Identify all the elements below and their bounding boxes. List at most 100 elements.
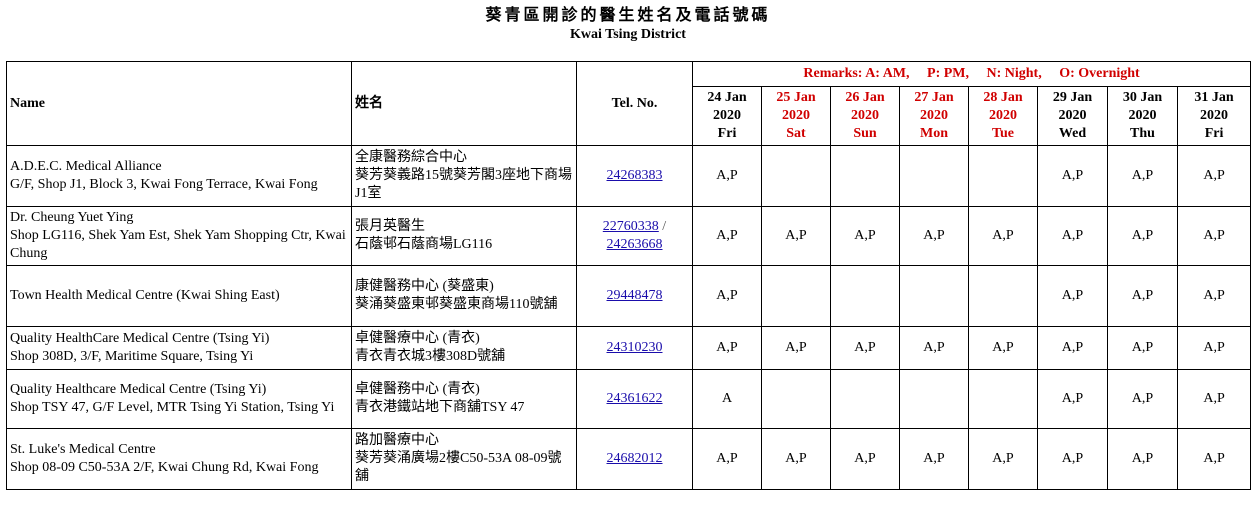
date-day: 27 Jan — [914, 90, 954, 105]
session-cell: A,P — [692, 428, 762, 490]
clinic-name-zh-cell: 卓健醫務中心 (青衣) 青衣港鐵站地下商舖TSY 47 — [351, 369, 577, 429]
date-header-6: 30 Jan 2020 Thu — [1107, 86, 1178, 146]
clinic-address: G/F, Shop J1, Block 3, Kwai Fong Terrace… — [10, 177, 318, 192]
session-cell — [899, 145, 969, 207]
date-year: 2020 — [920, 108, 948, 123]
page-title-chinese: 葵青區開診的醫生姓名及電話號碼 — [485, 7, 771, 24]
session-cell: A,P — [1176, 265, 1252, 327]
clinic-name-zh: 全康醫務綜合中心 — [355, 150, 467, 165]
date-day: 26 Jan — [845, 90, 885, 105]
tel-link[interactable]: 24310230 — [607, 340, 663, 355]
session-cell — [899, 369, 969, 429]
clinic-name-zh: 卓健醫療中心 (青衣) — [355, 331, 480, 346]
clinic-name-cell: Quality HealthCare Medical Centre (Tsing… — [6, 326, 352, 370]
session-cell: A,P — [899, 428, 969, 490]
session-cell: A,P — [692, 206, 762, 266]
tel-link[interactable]: 24682012 — [607, 451, 663, 466]
tel-link[interactable]: 24268383 — [607, 168, 663, 183]
session-cell: A,P — [1107, 369, 1178, 429]
session-cell: A,P — [1037, 428, 1108, 490]
session-cell: A,P — [761, 206, 831, 266]
date-weekday: Fri — [717, 126, 737, 141]
session-cell: A,P — [1037, 369, 1108, 429]
session-cell: A,P — [1037, 265, 1108, 327]
session-cell — [830, 265, 900, 327]
clinic-address: Shop LG116, Shek Yam Est, Shek Yam Shopp… — [10, 228, 346, 261]
session-cell: A,P — [692, 265, 762, 327]
tel-link[interactable]: 24263668 — [607, 237, 663, 252]
table-body: A.D.E.C. Medical Alliance G/F, Shop J1, B… — [6, 145, 1252, 490]
clinic-name: Quality HealthCare Medical Centre (Tsing… — [10, 331, 270, 346]
date-year: 2020 — [1058, 108, 1087, 123]
date-year: 2020 — [1200, 108, 1229, 123]
clinic-address: Shop TSY 47, G/F Level, MTR Tsing Yi Sta… — [10, 400, 335, 415]
clinic-name: A.D.E.C. Medical Alliance — [10, 159, 162, 174]
column-header-tel: Tel. No. — [576, 61, 693, 146]
table-row: St. Luke's Medical Centre Shop 08-09 C50-… — [6, 428, 1252, 490]
session-cell: A,P — [761, 326, 831, 370]
date-year: 2020 — [1128, 108, 1157, 123]
session-cell: A,P — [968, 326, 1038, 370]
date-weekday: Fri — [1204, 126, 1224, 141]
date-weekday: Wed — [1058, 126, 1087, 141]
tel-cell: 22760338 / 24263668 — [576, 206, 693, 266]
session-cell: A,P — [1107, 428, 1178, 490]
clinic-name-zh-cell: 路加醫療中心 葵芳葵涌廣場2樓C50-53A 08-09號舖 — [351, 428, 577, 490]
clinic-name-zh-cell: 卓健醫療中心 (青衣) 青衣青衣城3樓308D號舖 — [351, 326, 577, 370]
session-cell: A,P — [761, 428, 831, 490]
session-cell: A,P — [830, 326, 900, 370]
table-row: Quality HealthCare Medical Centre (Tsing… — [6, 326, 1252, 370]
clinic-schedule-table: Name 姓名 Tel. No. Remarks: A: AM, P: PM, … — [6, 61, 1252, 490]
clinic-address: Shop 308D, 3/F, Maritime Square, Tsing Y… — [10, 349, 254, 364]
session-cell: A,P — [692, 145, 762, 207]
session-cell: A,P — [1107, 326, 1178, 370]
page-header: 葵青區開診的醫生姓名及電話號碼 Kwai Tsing District — [0, 0, 1256, 52]
clinic-name-zh: 康健醫務中心 (葵盛東) — [355, 279, 494, 294]
date-header-2: 26 Jan 2020 Sun — [830, 86, 900, 146]
date-weekday: Sat — [786, 126, 806, 141]
date-year: 2020 — [851, 108, 879, 123]
tel-cell: 24310230 — [576, 326, 693, 370]
column-header-name: Name — [6, 61, 352, 146]
clinic-name: St. Luke's Medical Centre — [10, 442, 156, 457]
date-year: 2020 — [989, 108, 1017, 123]
session-cell — [761, 145, 831, 207]
tel-link[interactable]: 24361622 — [607, 391, 663, 406]
date-header-0: 24 Jan 2020 Fri — [692, 86, 762, 146]
remarks-legend: Remarks: A: AM, P: PM, N: Night, O: Over… — [691, 61, 1252, 87]
clinic-address-zh: 青衣港鐵站地下商舖TSY 47 — [355, 400, 525, 415]
date-header-5: 29 Jan 2020 Wed — [1037, 86, 1108, 146]
tel-link[interactable]: 29448478 — [607, 288, 663, 303]
page-title-english: Kwai Tsing District — [570, 27, 686, 42]
session-cell — [830, 145, 900, 207]
tel-separator: / — [658, 219, 667, 234]
date-header-3: 27 Jan 2020 Mon — [899, 86, 969, 146]
session-cell — [830, 369, 900, 429]
clinic-name: Town Health Medical Centre (Kwai Shing E… — [10, 288, 280, 303]
clinic-name-zh-cell: 全康醫務綜合中心 葵芳葵義路15號葵芳閣3座地下商場J1室 — [351, 145, 577, 207]
session-cell — [899, 265, 969, 327]
clinic-name: Quality Healthcare Medical Centre (Tsing… — [10, 382, 267, 397]
tel-link[interactable]: 22760338 — [603, 219, 659, 234]
clinic-name: Dr. Cheung Yuet Ying — [10, 210, 134, 225]
session-cell: A,P — [830, 428, 900, 490]
date-year: 2020 — [713, 108, 741, 123]
tel-cell: 24268383 — [576, 145, 693, 207]
date-weekday: Thu — [1130, 126, 1155, 141]
date-weekday: Sun — [853, 126, 877, 141]
session-cell: A,P — [692, 326, 762, 370]
clinic-name-zh: 卓健醫務中心 (青衣) — [355, 382, 480, 397]
tel-cell: 24361622 — [576, 369, 693, 429]
session-cell — [968, 369, 1038, 429]
tel-cell: 24682012 — [576, 428, 693, 490]
session-cell: A,P — [830, 206, 900, 266]
session-cell: A,P — [1176, 428, 1252, 490]
table-row: Quality Healthcare Medical Centre (Tsing… — [6, 369, 1252, 429]
date-header-1: 25 Jan 2020 Sat — [761, 86, 831, 146]
date-year: 2020 — [782, 108, 810, 123]
session-cell: A,P — [1176, 206, 1252, 266]
session-cell: A — [692, 369, 762, 429]
session-cell — [968, 265, 1038, 327]
clinic-name-cell: Town Health Medical Centre (Kwai Shing E… — [6, 265, 352, 327]
clinic-name-cell: St. Luke's Medical Centre Shop 08-09 C50-… — [6, 428, 352, 490]
